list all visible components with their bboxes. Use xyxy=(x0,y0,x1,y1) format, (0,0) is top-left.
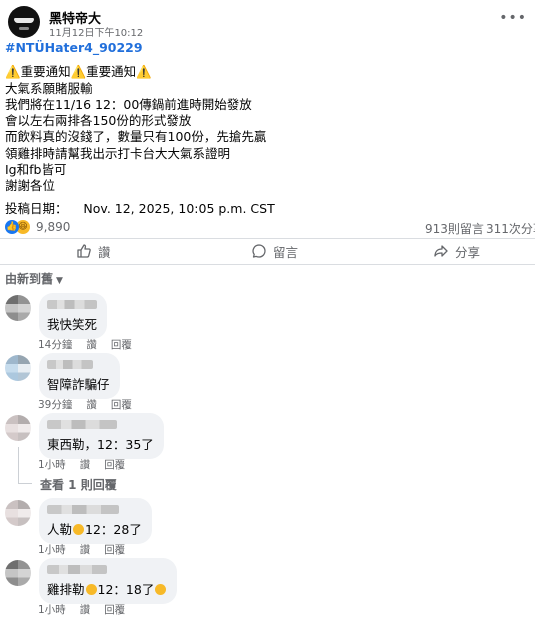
comment-like-link[interactable]: 讚 xyxy=(80,459,91,471)
comment-like-link[interactable]: 讚 xyxy=(86,399,97,411)
comment-time[interactable]: 1小時 xyxy=(38,459,66,471)
like-reaction-icon[interactable]: 👍 xyxy=(5,220,19,234)
commenter-avatar[interactable] xyxy=(5,500,31,526)
like-button[interactable]: 讚 xyxy=(76,240,111,262)
post-header: 黑特帝大 11月12日下午10:12 ••• xyxy=(8,6,527,39)
comment-time[interactable]: 39分鐘 xyxy=(38,399,72,411)
comment-time[interactable]: 1小時 xyxy=(38,604,66,616)
commenter-name-blurred[interactable] xyxy=(47,360,93,369)
comment-text-part: 12：18了 xyxy=(97,582,155,597)
comment-meta: 1小時 讚 回覆 xyxy=(38,602,139,617)
thread-line xyxy=(18,483,32,484)
post-line: 我們將在11/16 12：00傳鍋前進時開始發放 xyxy=(5,96,252,112)
comment-button[interactable]: 留言 xyxy=(251,240,298,262)
commenter-name-blurred[interactable] xyxy=(47,420,117,429)
comment-bubble: 智障詐騙仔 xyxy=(39,353,120,399)
comment-text-part: 雞排勒 xyxy=(47,582,85,597)
commenter-name-blurred[interactable] xyxy=(47,300,97,309)
like-label: 讚 xyxy=(98,244,111,260)
comment-like-link[interactable]: 讚 xyxy=(80,604,91,616)
reaction-count[interactable]: 9,890 xyxy=(36,220,70,234)
share-arrow-icon xyxy=(434,245,448,257)
comment-meta: 39分鐘 讚 回覆 xyxy=(38,397,146,412)
comment-bubble: 雞排勒 12：18了 xyxy=(39,558,178,604)
comment-text: 我快笑死 xyxy=(47,317,98,332)
comment-meta: 14分鐘 讚 回覆 xyxy=(38,337,146,352)
comment-reply-link[interactable]: 回覆 xyxy=(111,339,132,351)
comment-meta: 1小時 讚 回覆 xyxy=(38,457,139,472)
comment-text-part: 人勒 xyxy=(47,522,73,537)
comment-meta: 1小時 讚 回覆 xyxy=(38,542,139,557)
comment-reply-link[interactable]: 回覆 xyxy=(104,604,125,616)
share-label: 分享 xyxy=(455,244,481,260)
commenter-avatar[interactable] xyxy=(5,355,31,381)
divider xyxy=(0,238,535,239)
laughing-emoji-icon xyxy=(85,584,97,595)
comment-sort-dropdown[interactable]: 由新到舊 ▼ xyxy=(5,270,63,287)
more-icon[interactable]: ••• xyxy=(499,10,527,26)
comment-time[interactable]: 14分鐘 xyxy=(38,339,72,351)
sort-label: 由新到舊 xyxy=(5,272,54,286)
share-count[interactable]: 311次分享 xyxy=(486,220,535,237)
reactions-bar: 👍 😆 9,890 913則留言 311次分享 xyxy=(5,219,535,237)
laughing-emoji-icon xyxy=(73,524,85,535)
post-line: ⚠️重要通知⚠️重要通知⚠️ xyxy=(5,64,152,80)
post-date: 投稿日期： Nov. 12, 2025, 10:05 p.m. CST xyxy=(5,201,275,216)
comment-bubble: 我快笑死 xyxy=(39,293,108,339)
commenter-name-blurred[interactable] xyxy=(47,565,107,574)
post-line: 大氣系願賭服輸 xyxy=(5,80,93,96)
commenter-avatar[interactable] xyxy=(5,415,31,441)
divider xyxy=(0,264,535,265)
post-actions: 讚 留言 分享 xyxy=(0,240,535,262)
comment-reply-link[interactable]: 回覆 xyxy=(104,544,125,556)
comment-time[interactable]: 1小時 xyxy=(38,544,66,556)
thread-line xyxy=(18,447,19,483)
comment-label: 留言 xyxy=(273,244,299,260)
thumbs-up-icon xyxy=(77,244,91,258)
comment-bubble-icon xyxy=(252,244,266,258)
commenter-avatar[interactable] xyxy=(5,295,31,321)
comment-bubble: 東西勒，12：35了 xyxy=(39,413,164,459)
post-body: #NTÜHater4_90229 ⚠️重要通知⚠️重要通知⚠️ 大氣系願賭服輸 … xyxy=(5,40,525,195)
post-time[interactable]: 11月12日下午10:12 xyxy=(49,24,143,39)
comment-like-link[interactable]: 讚 xyxy=(80,544,91,556)
post-hashtag[interactable]: #NTÜHater4_90229 xyxy=(5,40,525,56)
comment-text: 人勒 12：28了 xyxy=(47,519,142,538)
comment-count[interactable]: 913則留言 xyxy=(425,220,484,237)
comment-bubble: 人勒 12：28了 xyxy=(39,498,152,544)
comment-reply-link[interactable]: 回覆 xyxy=(111,399,132,411)
post-line: 謝謝各位 xyxy=(5,178,56,194)
chevron-down-icon: ▼ xyxy=(56,276,63,286)
avatar-eyes xyxy=(14,18,34,23)
commenter-avatar[interactable] xyxy=(5,560,31,586)
post-line: Ig和fb皆可 xyxy=(5,162,67,178)
comment-text: 智障詐騙仔 xyxy=(47,377,110,392)
comment-reply-link[interactable]: 回覆 xyxy=(104,459,125,471)
comment-text: 東西勒，12：35了 xyxy=(47,437,154,452)
comment-text: 雞排勒 12：18了 xyxy=(47,579,167,598)
laughing-emoji-icon xyxy=(155,584,167,595)
post-line: 而飲料真的沒錢了，數量只有100份，先搶先贏 xyxy=(5,129,267,145)
avatar-mouth xyxy=(19,27,29,30)
page-avatar[interactable] xyxy=(8,6,40,38)
comment-like-link[interactable]: 讚 xyxy=(86,339,97,351)
share-button[interactable]: 分享 xyxy=(433,240,480,262)
commenter-name-blurred[interactable] xyxy=(47,505,119,514)
post-line: 會以左右兩排各150份的形式發放 xyxy=(5,113,192,129)
post-line: 領雞排時請幫我出示打卡台大大氣系證明 xyxy=(5,145,231,161)
comment-text-part: 12：28了 xyxy=(85,522,142,537)
view-replies-link[interactable]: 查看 1 則回覆 xyxy=(40,476,117,493)
